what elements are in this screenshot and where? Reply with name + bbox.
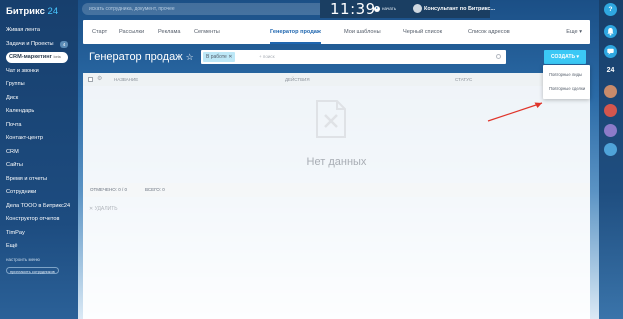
tabs-bar: Старт Рассылки Реклама Сегменты Генерато… xyxy=(83,20,590,44)
create-dropdown-menu: Повторные лиды Повторные сделки xyxy=(543,65,590,99)
tab-segments[interactable]: Сегменты xyxy=(194,20,220,44)
sidebar-item-crm-marketing[interactable]: CRM-маркетинг beta xyxy=(6,52,68,63)
user-avatar[interactable] xyxy=(413,4,422,13)
red-arrow-annotation xyxy=(487,102,543,122)
tab-address-list[interactable]: Список адресов xyxy=(468,20,510,44)
contact-avatar-2[interactable] xyxy=(604,104,617,117)
sidebar-item-live-feed[interactable]: Живая лента xyxy=(6,24,78,38)
star-icon[interactable]: ☆ xyxy=(186,52,194,62)
logo-number: 24 xyxy=(47,6,59,17)
contact-avatar-3[interactable] xyxy=(604,124,617,137)
create-button[interactable]: СОЗДАТЬ ▾ xyxy=(544,50,586,64)
sidebar-item-label: Задачи и Проекты xyxy=(6,40,54,47)
total-count: ВСЕГО: 0 xyxy=(145,187,165,192)
invite-row: пригласить сотрудников xyxy=(6,266,78,278)
contact-avatar-4[interactable] xyxy=(604,143,617,156)
right-bar: ? 24 xyxy=(599,0,623,319)
start-workday-button[interactable]: начать xyxy=(374,5,396,13)
sidebar-item-label: CRM-маркетинг xyxy=(9,54,52,60)
gear-icon[interactable]: ⚙ xyxy=(97,73,102,86)
sidebar-item-chat[interactable]: Чат и звонки xyxy=(6,65,78,79)
beta-badge: beta xyxy=(53,55,61,59)
tasks-counter-badge: 4 xyxy=(60,40,68,48)
column-status[interactable]: СТАТУС xyxy=(455,73,472,86)
sidebar-item-tasks[interactable]: Задачи и Проекты 4 xyxy=(6,38,78,52)
close-icon[interactable]: ✕ xyxy=(228,54,232,60)
contact-avatar-1[interactable] xyxy=(604,85,617,98)
settings-menu-link[interactable]: настроить меню xyxy=(6,254,78,266)
sidebar-item-more[interactable]: Ещё xyxy=(6,240,78,254)
help-icon[interactable]: ? xyxy=(604,3,617,16)
filter-placeholder: + поиск xyxy=(259,54,275,59)
page-title: Генератор продаж xyxy=(89,51,183,63)
tab-ads[interactable]: Реклама xyxy=(158,20,180,44)
grid-header: ⚙ НАЗВАНИЕ ДЕЙСТВИЯ СТАТУС xyxy=(83,73,590,86)
empty-document-icon xyxy=(316,100,346,138)
app-logo[interactable]: Битрикс 24 xyxy=(6,6,58,20)
empty-state-text: Нет данных xyxy=(306,156,367,168)
sidebar-item-time-reports[interactable]: Время и отчеты xyxy=(6,173,78,187)
tabs-more-label: Еще xyxy=(566,29,578,35)
sidebar-item-employees[interactable]: Сотрудники xyxy=(6,186,78,200)
page-title-row: Генератор продаж ☆ xyxy=(89,51,194,63)
tab-my-templates[interactable]: Мои шаблоны xyxy=(344,20,381,44)
sidebar-item-deals[interactable]: Дела ТООО в Битрикс24 xyxy=(6,200,78,214)
sidebar-menu: Живая лента Задачи и Проекты 4 CRM-марке… xyxy=(6,24,78,278)
grid-footer: ОТМЕЧЕНО: 0 / 0 ВСЕГО: 0 xyxy=(83,183,590,197)
filter-search-input[interactable]: В работе ✕ + поиск xyxy=(201,50,506,64)
menu-item-repeat-deals[interactable]: Повторные сделки xyxy=(549,86,585,91)
chevron-down-icon: ▾ xyxy=(579,29,582,35)
bitrix24-counter[interactable]: 24 xyxy=(604,64,617,77)
selected-count: ОТМЕЧЕНО: 0 / 0 xyxy=(90,187,128,192)
play-icon xyxy=(374,5,380,12)
menu-item-repeat-leads[interactable]: Повторные лиды xyxy=(549,72,582,77)
sidebar-item-timpay[interactable]: TimPay xyxy=(6,227,78,241)
bell-icon[interactable] xyxy=(604,25,617,38)
chevron-down-icon: ▾ xyxy=(576,54,579,60)
user-name[interactable]: Консультант по Битрикс... xyxy=(424,0,495,18)
clock-time: 11:39 xyxy=(330,0,376,18)
sidebar-item-contact-center[interactable]: Контакт-центр xyxy=(6,132,78,146)
left-sidebar: Битрикс 24 Живая лента Задачи и Проекты … xyxy=(0,0,78,319)
start-label: начать xyxy=(382,6,397,11)
invite-employees-button[interactable]: пригласить сотрудников xyxy=(6,266,59,274)
sidebar-item-mail[interactable]: Почта xyxy=(6,119,78,133)
sidebar-item-sites[interactable]: Сайты xyxy=(6,159,78,173)
column-actions[interactable]: ДЕЙСТВИЯ xyxy=(285,73,310,86)
chat-icon[interactable] xyxy=(604,45,617,58)
sidebar-item-disk[interactable]: Диск xyxy=(6,92,78,106)
select-all-checkbox[interactable] xyxy=(88,77,93,82)
logo-name: Битрикс xyxy=(6,6,45,17)
global-search-input[interactable]: искать сотрудника, документ, прочее xyxy=(82,3,347,15)
column-name[interactable]: НАЗВАНИЕ xyxy=(114,73,138,86)
filter-tag-label: В работе xyxy=(206,54,227,60)
sidebar-item-calendar[interactable]: Календарь xyxy=(6,105,78,119)
tab-blacklist[interactable]: Черный список xyxy=(403,20,442,44)
sidebar-item-crm[interactable]: CRM xyxy=(6,146,78,160)
sidebar-item-groups[interactable]: Группы xyxy=(6,78,78,92)
sidebar-item-report-builder[interactable]: Конструктор отчетов xyxy=(6,213,78,227)
tabs-more-button[interactable]: Еще ▾ xyxy=(566,20,582,44)
create-label: СОЗДАТЬ xyxy=(551,54,576,60)
tab-mailings[interactable]: Рассылки xyxy=(119,20,144,44)
delete-action-button[interactable]: ✕ УДАЛИТЬ xyxy=(89,206,118,212)
filter-preset-tag[interactable]: В работе ✕ xyxy=(203,52,236,62)
search-placeholder: искать сотрудника, документ, прочее xyxy=(89,6,175,12)
tab-start[interactable]: Старт xyxy=(92,20,107,44)
search-icon[interactable] xyxy=(496,54,501,59)
tab-sales-generator[interactable]: Генератор продаж xyxy=(270,20,321,44)
